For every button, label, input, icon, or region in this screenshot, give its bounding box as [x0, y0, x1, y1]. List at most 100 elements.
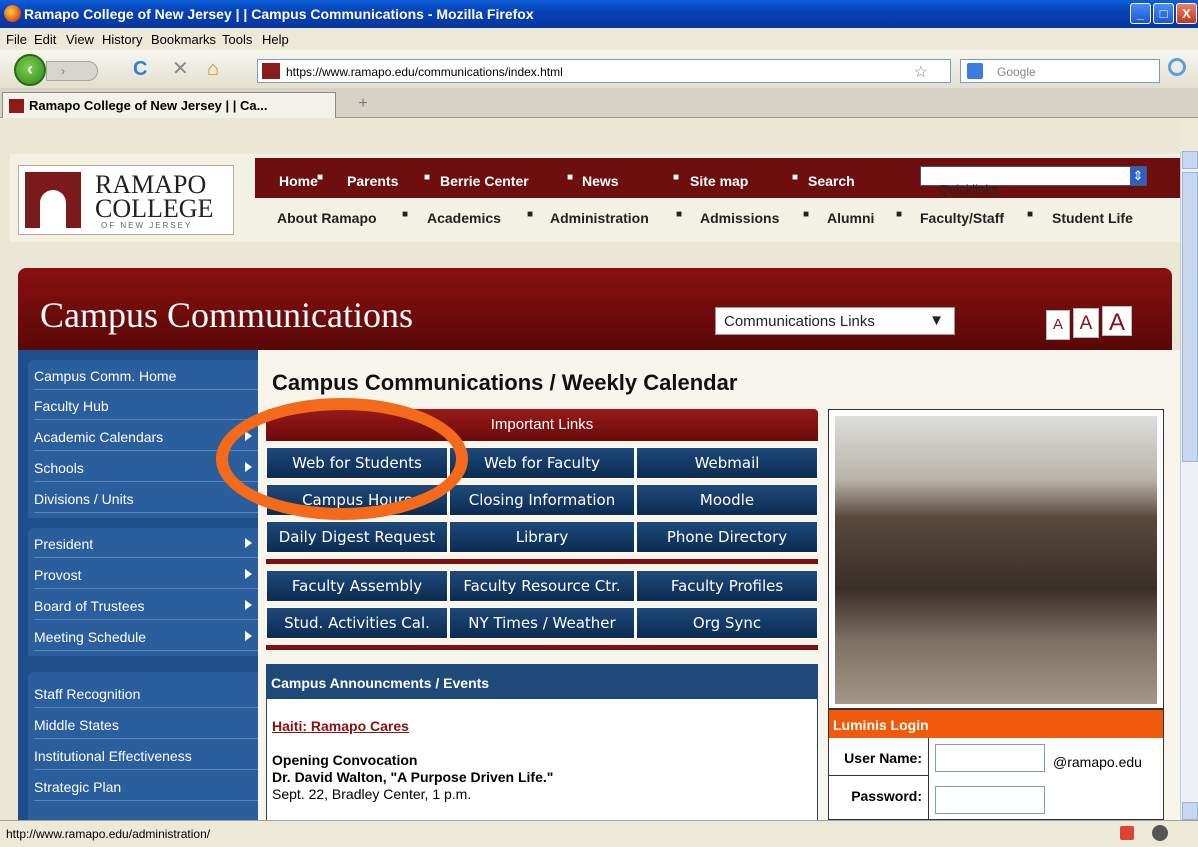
- site-logo[interactable]: RAMAPO COLLEGE OF NEW JERSEY: [18, 165, 234, 235]
- top-nav: Home Parents Berrie Center News Site map…: [255, 158, 1180, 198]
- font-size-large[interactable]: A: [1102, 306, 1132, 336]
- font-size-small[interactable]: A: [1046, 310, 1070, 340]
- link-closing-information[interactable]: Closing Information: [449, 484, 635, 516]
- search-box[interactable]: Google: [960, 59, 1160, 83]
- link-moodle[interactable]: Moodle: [636, 484, 818, 516]
- links-divider: [266, 645, 818, 650]
- bookmark-star-icon[interactable]: ☆: [914, 62, 928, 82]
- tab-ramapo[interactable]: Ramapo College of New Jersey | | Ca...: [2, 92, 336, 118]
- orange-highlight-circle: [216, 398, 468, 520]
- announcement-link-haiti[interactable]: Haiti: Ramapo Cares: [272, 718, 409, 734]
- chevron-right-icon: [245, 631, 252, 641]
- tab-favicon: [9, 99, 24, 113]
- firebug-icon[interactable]: [1152, 825, 1168, 841]
- sidebar-item-provost[interactable]: Provost: [34, 561, 264, 589]
- search-placeholder: Google: [997, 65, 1036, 79]
- communications-links-dropdown[interactable]: Communications Links ▼: [715, 307, 955, 335]
- chevron-right-icon: [245, 600, 252, 610]
- sidebar-item-president[interactable]: President: [34, 530, 264, 558]
- nav-bullet: ■: [896, 209, 903, 220]
- maximize-button[interactable]: □: [1153, 3, 1174, 24]
- sub-nav: About Ramapo Academics Administration Ad…: [255, 198, 1180, 238]
- nav-search[interactable]: Search: [808, 173, 855, 189]
- link-library[interactable]: Library: [449, 521, 635, 553]
- url-bar[interactable]: https://www.ramapo.edu/communications/in…: [257, 59, 951, 83]
- menu-tools[interactable]: Tools: [222, 32, 252, 47]
- close-button[interactable]: X: [1176, 3, 1197, 24]
- minimize-button[interactable]: _: [1130, 3, 1151, 24]
- nav-admissions[interactable]: Admissions: [700, 210, 779, 226]
- nav-site-map[interactable]: Site map: [690, 173, 748, 189]
- nav-alumni[interactable]: Alumni: [827, 210, 874, 226]
- menu-history[interactable]: History: [102, 32, 142, 47]
- sidebar-item-institutional-effectiveness[interactable]: Institutional Effectiveness: [34, 742, 264, 770]
- menu-edit[interactable]: Edit: [34, 32, 56, 47]
- nav-news[interactable]: News: [582, 173, 619, 189]
- nav-academics[interactable]: Academics: [427, 210, 501, 226]
- link-phone-directory[interactable]: Phone Directory: [636, 521, 818, 553]
- link-faculty-assembly[interactable]: Faculty Assembly: [266, 570, 448, 602]
- link-webmail[interactable]: Webmail: [636, 447, 818, 479]
- home-icon[interactable]: ⌂: [207, 59, 219, 79]
- sidebar-item-board-of-trustees[interactable]: Board of Trustees: [34, 592, 264, 620]
- reload-icon[interactable]: C: [133, 59, 147, 79]
- username-input[interactable]: [935, 744, 1045, 772]
- sidebar-item-divisions-units[interactable]: Divisions / Units: [34, 485, 264, 513]
- link-daily-digest-request[interactable]: Daily Digest Request: [266, 521, 448, 553]
- event-title: Opening Convocation: [272, 752, 418, 768]
- password-label: Password:: [829, 776, 929, 820]
- sidebar-item-staff-recognition[interactable]: Staff Recognition: [34, 680, 264, 708]
- sidebar-item-strategic-plan[interactable]: Strategic Plan: [34, 773, 264, 801]
- tab-title: Ramapo College of New Jersey | | Ca...: [29, 98, 268, 113]
- vertical-scrollbar[interactable]: [1180, 151, 1198, 820]
- sidebar-item-label: Academic Calendars: [34, 429, 164, 445]
- link-stud-activities-cal[interactable]: Stud. Activities Cal.: [266, 607, 448, 639]
- sidebar-group-3: Staff Recognition Middle States Institut…: [28, 672, 268, 820]
- menu-help[interactable]: Help: [262, 32, 289, 47]
- new-tab-button[interactable]: +: [352, 95, 374, 115]
- forward-button[interactable]: ›: [46, 61, 98, 81]
- scroll-up-arrow[interactable]: [1182, 151, 1198, 169]
- quicklinks-select[interactable]: Quicklinks ⇕: [920, 166, 1147, 197]
- sidebar: Campus Comm. Home Faculty Hub Academic C…: [18, 350, 268, 820]
- stop-icon[interactable]: ✕: [172, 59, 189, 79]
- sidebar-item-label: Meeting Schedule: [34, 629, 147, 645]
- nav-administration[interactable]: Administration: [550, 210, 649, 226]
- nav-bullet: ■: [317, 172, 324, 183]
- link-ny-times-weather[interactable]: NY Times / Weather: [449, 607, 635, 639]
- content-heading: Campus Communications / Weekly Calendar: [272, 370, 738, 395]
- nav-faculty-staff[interactable]: Faculty/Staff: [920, 210, 1004, 226]
- search-magnifier-icon[interactable]: [1168, 58, 1186, 76]
- password-input[interactable]: [935, 786, 1045, 814]
- nav-bullet: ■: [424, 172, 431, 183]
- addon-icon[interactable]: [1120, 826, 1134, 840]
- link-web-for-faculty[interactable]: Web for Faculty: [449, 447, 635, 479]
- nav-berrie-center[interactable]: Berrie Center: [440, 173, 529, 189]
- nav-bullet: ■: [803, 209, 810, 220]
- link-org-sync[interactable]: Org Sync: [636, 607, 818, 639]
- scroll-down-arrow[interactable]: [1182, 802, 1198, 820]
- event-details: Sept. 22, Bradley Center, 1 p.m.: [272, 786, 472, 802]
- username-domain: @ramapo.edu: [1053, 754, 1142, 770]
- nav-student-life[interactable]: Student Life: [1052, 210, 1133, 226]
- nav-parents[interactable]: Parents: [347, 173, 398, 189]
- username-label: User Name:: [829, 738, 929, 776]
- sidebar-item-middle-states[interactable]: Middle States: [34, 711, 264, 739]
- nav-home[interactable]: Home: [279, 173, 318, 189]
- scrollbar-thumb[interactable]: [1182, 172, 1198, 462]
- firefox-icon: [4, 5, 21, 22]
- url-text: https://www.ramapo.edu/communications/in…: [286, 65, 563, 79]
- nav-bullet: ■: [567, 172, 574, 183]
- nav-bullet: ■: [676, 209, 683, 220]
- menu-file[interactable]: File: [6, 32, 27, 47]
- font-size-medium[interactable]: A: [1073, 308, 1099, 338]
- sidebar-item-meeting-schedule[interactable]: Meeting Schedule: [34, 623, 264, 651]
- link-faculty-profiles[interactable]: Faculty Profiles: [636, 570, 818, 602]
- sidebar-item-campus-comm-home[interactable]: Campus Comm. Home: [34, 362, 264, 390]
- nav-about-ramapo[interactable]: About Ramapo: [277, 210, 377, 226]
- link-faculty-resource-ctr[interactable]: Faculty Resource Ctr.: [449, 570, 635, 602]
- back-button[interactable]: ‹: [14, 54, 46, 86]
- menu-view[interactable]: View: [66, 32, 94, 47]
- menu-bookmarks[interactable]: Bookmarks: [151, 32, 216, 47]
- sidebar-item-faculty-hub[interactable]: Faculty Hub: [34, 392, 264, 420]
